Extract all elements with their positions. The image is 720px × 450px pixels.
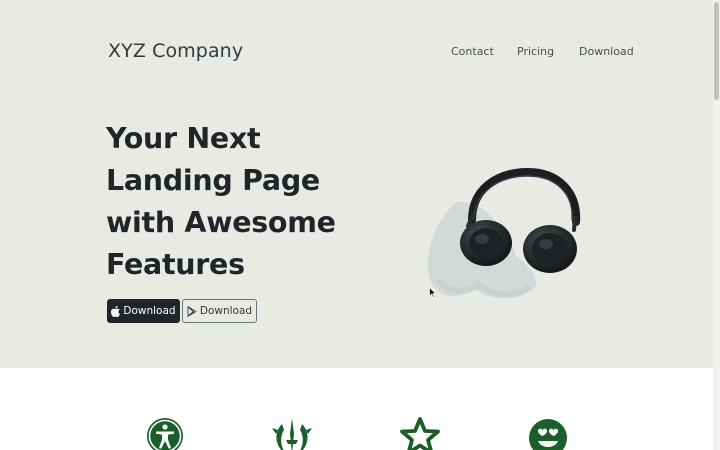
headline-line-1: Your Next xyxy=(106,122,261,155)
nav-pricing-link[interactable]: Pricing xyxy=(517,45,554,58)
headphones-photo xyxy=(427,167,581,299)
apple-icon xyxy=(111,305,121,317)
star-outline-icon xyxy=(400,417,440,450)
play-store-button-label: Download xyxy=(199,305,253,317)
accessibility-icon xyxy=(147,418,183,450)
google-play-icon xyxy=(187,305,197,317)
headline-line-2: Landing Page xyxy=(106,164,320,197)
nav-download-link[interactable]: Download xyxy=(579,45,634,58)
page-scrollbar[interactable] xyxy=(713,0,720,450)
jedi-order-icon xyxy=(272,418,312,450)
scrollbar-thumb[interactable] xyxy=(714,2,719,100)
app-store-button-label: Download xyxy=(123,305,176,317)
hero-headline: Your Next Landing Page with Awesome Feat… xyxy=(106,118,386,286)
play-store-download-button[interactable]: Download xyxy=(182,299,257,323)
app-store-download-button[interactable]: Download xyxy=(107,299,180,323)
headline-line-3: with Awesome xyxy=(106,206,336,239)
headline-line-4: Features xyxy=(106,248,245,281)
nav-contact-link[interactable]: Contact xyxy=(451,45,494,58)
grin-hearts-icon xyxy=(529,419,567,450)
brand-logo[interactable]: XYZ Company xyxy=(108,40,243,62)
mouse-cursor-icon xyxy=(429,287,437,298)
hero-section: XYZ Company Contact Pricing Download You… xyxy=(0,0,713,368)
